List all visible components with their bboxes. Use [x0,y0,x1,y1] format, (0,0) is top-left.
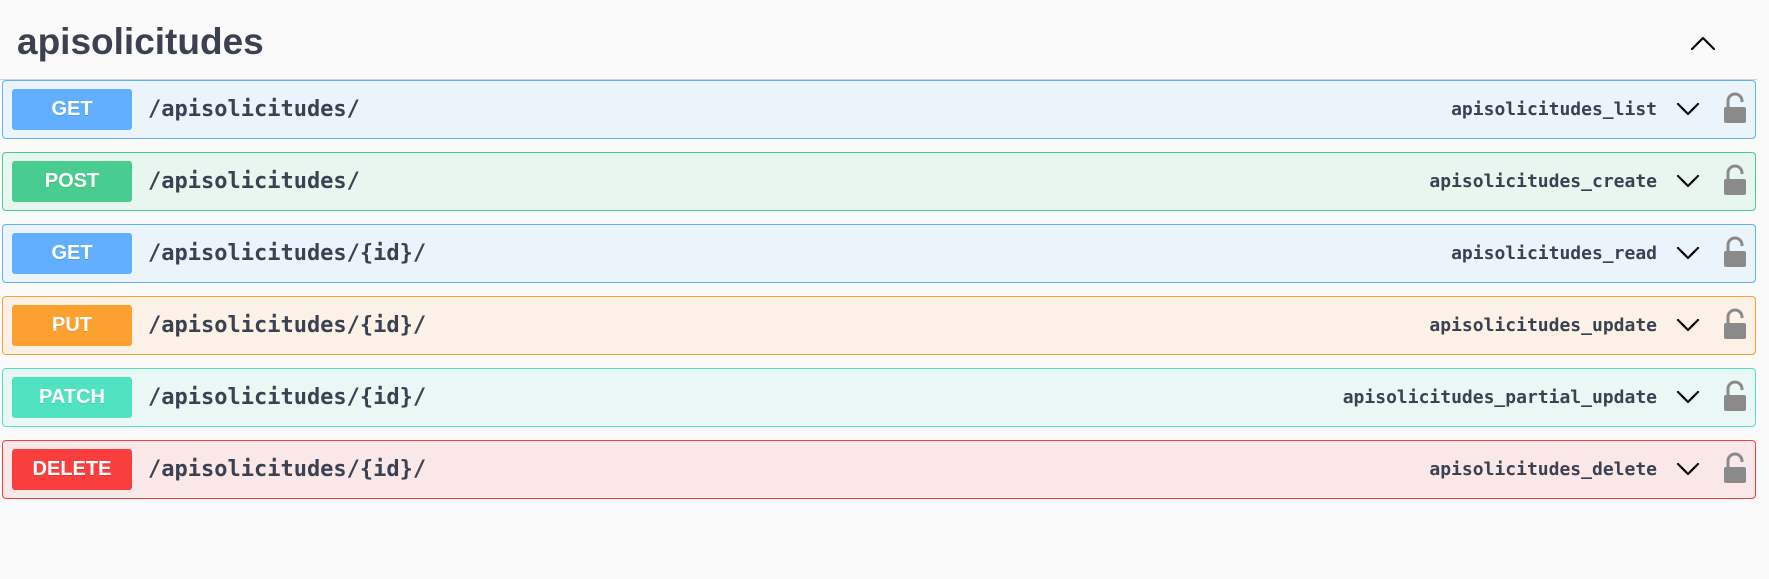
method-badge: DELETE [12,449,132,490]
api-tag-section: apisolicitudes GET /apisolicitudes/ apis… [0,0,1769,579]
operation-id: apisolicitudes_read [1451,243,1657,264]
operation-path[interactable]: /apisolicitudes/ [148,81,360,138]
lock-icon [1724,452,1746,483]
method-badge: GET [12,89,132,130]
operation-block[interactable]: GET /apisolicitudes/ apisolicitudes_list [2,80,1756,139]
method-badge: POST [12,161,132,202]
chevron-up-icon [1690,36,1716,51]
lock-icon [1724,236,1746,267]
operation-block[interactable]: DELETE /apisolicitudes/{id}/ apisolicitu… [2,440,1756,499]
operation-block[interactable]: PUT /apisolicitudes/{id}/ apisolicitudes… [2,296,1756,355]
method-badge: PATCH [12,377,132,418]
chevron-down-icon[interactable] [1674,457,1702,481]
lock-icon [1724,380,1746,411]
lock-icon [1724,164,1746,195]
operation-id: apisolicitudes_create [1429,171,1657,192]
chevron-down-icon[interactable] [1674,385,1702,409]
authorize-lock-button[interactable] [1722,452,1748,484]
operation-id: apisolicitudes_update [1429,315,1657,336]
collapse-tag-button[interactable] [1686,26,1720,60]
authorize-lock-button[interactable] [1722,380,1748,412]
authorize-lock-button[interactable] [1722,164,1748,196]
operation-path[interactable]: /apisolicitudes/ [148,153,360,210]
operation-id: apisolicitudes_list [1451,99,1657,120]
operation-block[interactable]: POST /apisolicitudes/ apisolicitudes_cre… [2,152,1756,211]
operation-path[interactable]: /apisolicitudes/{id}/ [148,441,426,498]
lock-icon [1724,92,1746,123]
chevron-down-icon[interactable] [1674,313,1702,337]
operation-block[interactable]: PATCH /apisolicitudes/{id}/ apisolicitud… [2,368,1756,427]
method-badge: PUT [12,305,132,346]
operation-id: apisolicitudes_delete [1429,459,1657,480]
chevron-down-icon[interactable] [1674,169,1702,193]
lock-icon [1724,308,1746,339]
tag-header[interactable]: apisolicitudes [0,0,1757,80]
operation-id: apisolicitudes_partial_update [1342,387,1657,408]
chevron-down-icon[interactable] [1674,241,1702,265]
method-badge: GET [12,233,132,274]
authorize-lock-button[interactable] [1722,308,1748,340]
authorize-lock-button[interactable] [1722,92,1748,124]
operation-path[interactable]: /apisolicitudes/{id}/ [148,297,426,354]
operation-path[interactable]: /apisolicitudes/{id}/ [148,225,426,282]
authorize-lock-button[interactable] [1722,236,1748,268]
operation-block[interactable]: GET /apisolicitudes/{id}/ apisolicitudes… [2,224,1756,283]
chevron-down-icon[interactable] [1674,97,1702,121]
operation-path[interactable]: /apisolicitudes/{id}/ [148,369,426,426]
tag-title[interactable]: apisolicitudes [17,20,264,64]
